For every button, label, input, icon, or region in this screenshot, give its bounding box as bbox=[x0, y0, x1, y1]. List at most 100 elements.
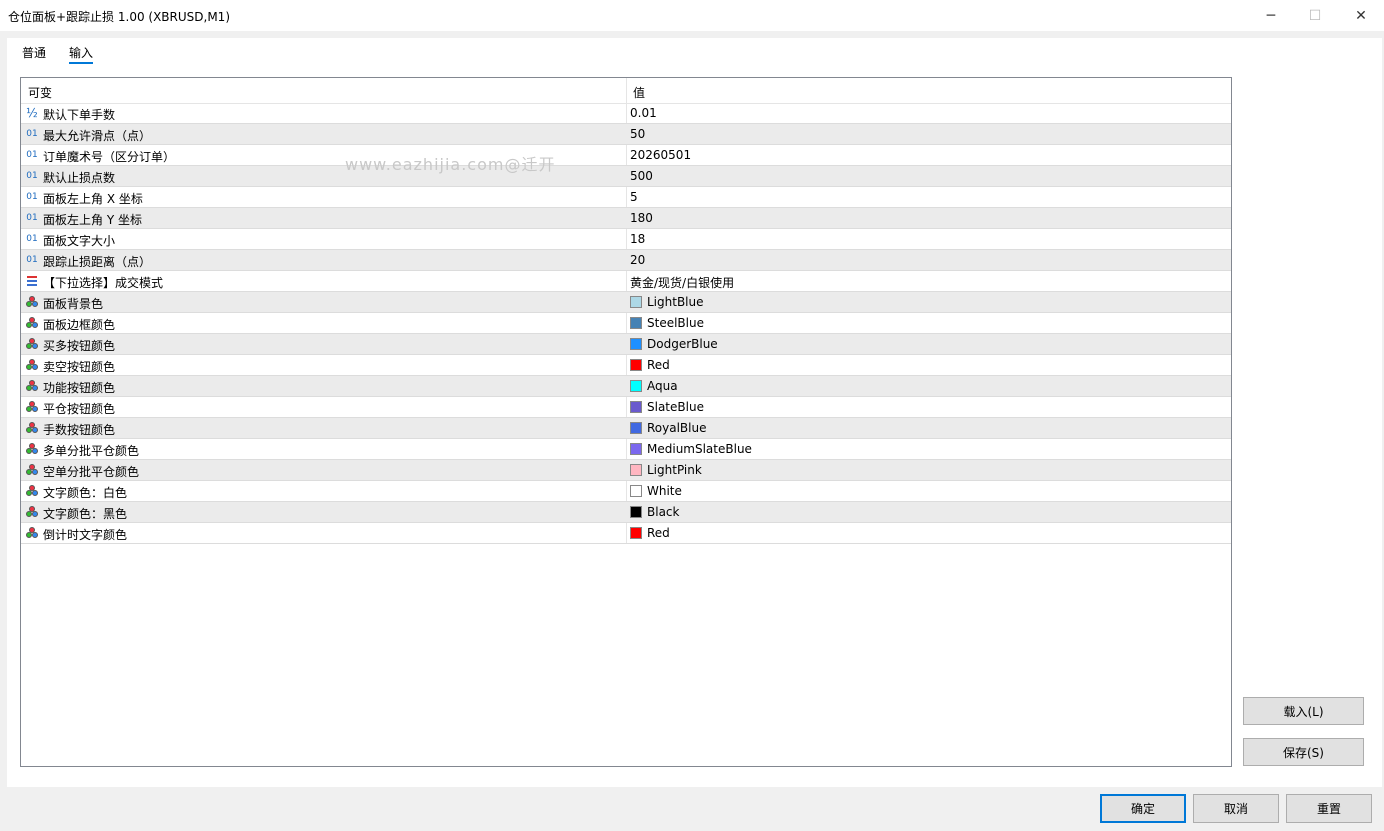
color-swatch[interactable] bbox=[630, 506, 642, 518]
row-value[interactable]: 5 bbox=[630, 190, 638, 204]
row-value[interactable]: 500 bbox=[630, 169, 653, 183]
color-swatch[interactable] bbox=[630, 464, 642, 476]
row-name: 手数按钮颜色 bbox=[43, 423, 116, 437]
row-value[interactable]: Black bbox=[647, 505, 679, 519]
row-value[interactable]: SteelBlue bbox=[647, 316, 704, 330]
table-row[interactable]: 01 面板文字大小 18 bbox=[21, 229, 1231, 250]
integer-icon: 01 bbox=[26, 129, 38, 139]
table-row[interactable]: 01 订单魔术号（区分订单） 20260501 bbox=[21, 145, 1231, 166]
minimize-icon: ─ bbox=[1266, 7, 1276, 24]
table-row[interactable]: 01 面板左上角 Y 坐标 180 bbox=[21, 208, 1231, 229]
inputs-grid[interactable]: 可变 值 ½ 默认下单手数 0.01 01 最大允许滑点（点） 50 01 订单魔术号（区分订… bbox=[20, 77, 1232, 767]
close-button[interactable]: ✕ bbox=[1338, 0, 1384, 31]
color-swatch[interactable] bbox=[630, 401, 642, 413]
row-value[interactable]: Aqua bbox=[647, 379, 678, 393]
table-row[interactable]: 01 面板左上角 X 坐标 5 bbox=[21, 187, 1231, 208]
integer-icon: 01 bbox=[26, 234, 38, 244]
maximize-icon: ☐ bbox=[1308, 7, 1322, 24]
row-name: 默认下单手数 bbox=[43, 108, 116, 122]
ok-button[interactable]: 确定 bbox=[1100, 794, 1186, 823]
row-name: 文字颜色：黑色 bbox=[43, 507, 128, 521]
row-value[interactable]: 0.01 bbox=[630, 106, 657, 120]
table-row[interactable]: 面板背景色 LightBlue bbox=[21, 292, 1231, 313]
ok-button-label: 确定 bbox=[1130, 802, 1155, 816]
reset-button-label: 重置 bbox=[1316, 802, 1341, 816]
table-row[interactable]: 买多按钮颜色 DodgerBlue bbox=[21, 334, 1231, 355]
row-value[interactable]: Red bbox=[647, 526, 670, 540]
row-value[interactable]: LightBlue bbox=[647, 295, 704, 309]
color-swatch[interactable] bbox=[630, 422, 642, 434]
color-icon bbox=[26, 401, 38, 413]
reset-button[interactable]: 重置 bbox=[1286, 794, 1372, 823]
color-icon bbox=[26, 359, 38, 371]
table-row[interactable]: 功能按钮颜色 Aqua bbox=[21, 376, 1231, 397]
color-swatch[interactable] bbox=[630, 527, 642, 539]
minimize-button[interactable]: ─ bbox=[1248, 0, 1294, 31]
row-value[interactable]: 20260501 bbox=[630, 148, 691, 162]
color-swatch[interactable] bbox=[630, 359, 642, 371]
table-row[interactable]: 01 跟踪止损距离（点） 20 bbox=[21, 250, 1231, 271]
title-bar: 仓位面板+跟踪止损 1.00 (XBRUSD,M1) ─ ☐ ✕ bbox=[0, 0, 1384, 31]
cancel-button[interactable]: 取消 bbox=[1193, 794, 1279, 823]
row-value[interactable]: LightPink bbox=[647, 463, 702, 477]
row-value[interactable]: 18 bbox=[630, 232, 645, 246]
color-icon bbox=[26, 464, 38, 476]
table-row[interactable]: 面板边框颜色 SteelBlue bbox=[21, 313, 1231, 334]
row-value[interactable]: 20 bbox=[630, 253, 645, 267]
enum-list-icon bbox=[26, 275, 38, 287]
maximize-button[interactable]: ☐ bbox=[1292, 0, 1338, 31]
table-row[interactable]: ½ 默认下单手数 0.01 bbox=[21, 103, 1231, 124]
table-row[interactable]: 文字颜色：黑色 Black bbox=[21, 502, 1231, 523]
tab-general[interactable]: 普通 bbox=[22, 44, 46, 61]
row-value[interactable]: DodgerBlue bbox=[647, 337, 718, 351]
row-value[interactable]: 180 bbox=[630, 211, 653, 225]
color-swatch[interactable] bbox=[630, 338, 642, 350]
row-value[interactable]: MediumSlateBlue bbox=[647, 442, 752, 456]
row-value[interactable]: SlateBlue bbox=[647, 400, 704, 414]
integer-icon: 01 bbox=[26, 150, 38, 160]
row-name: 跟踪止损距离（点） bbox=[43, 255, 152, 269]
row-name: 倒计时文字颜色 bbox=[43, 528, 128, 542]
fraction-icon: ½ bbox=[26, 106, 38, 120]
row-name: 空单分批平仓颜色 bbox=[43, 465, 140, 479]
row-name: 多单分批平仓颜色 bbox=[43, 444, 140, 458]
color-swatch[interactable] bbox=[630, 317, 642, 329]
color-swatch[interactable] bbox=[630, 380, 642, 392]
row-name: 平仓按钮颜色 bbox=[43, 402, 116, 416]
table-row[interactable]: 【下拉选择】成交模式 黄金/现货/白银使用 bbox=[21, 271, 1231, 292]
row-value[interactable]: White bbox=[647, 484, 682, 498]
watermark: www.eazhijia.com@迁开 bbox=[345, 155, 556, 174]
row-value[interactable]: Red bbox=[647, 358, 670, 372]
table-row[interactable]: 01 默认止损点数 500 bbox=[21, 166, 1231, 187]
color-swatch[interactable] bbox=[630, 485, 642, 497]
color-icon bbox=[26, 443, 38, 455]
row-name: 文字颜色：白色 bbox=[43, 486, 128, 500]
window-title: 仓位面板+跟踪止损 1.00 (XBRUSD,M1) bbox=[8, 10, 231, 24]
table-row[interactable]: 文字颜色：白色 White bbox=[21, 481, 1231, 502]
color-icon bbox=[26, 527, 38, 539]
color-icon bbox=[26, 317, 38, 329]
row-name: 买多按钮颜色 bbox=[43, 339, 116, 353]
load-button[interactable]: 载入(L) bbox=[1243, 697, 1364, 725]
table-row[interactable]: 平仓按钮颜色 SlateBlue bbox=[21, 397, 1231, 418]
header-value[interactable]: 值 bbox=[633, 84, 645, 101]
table-row[interactable]: 手数按钮颜色 RoyalBlue bbox=[21, 418, 1231, 439]
color-swatch[interactable] bbox=[630, 296, 642, 308]
row-name: 面板边框颜色 bbox=[43, 318, 116, 332]
save-button[interactable]: 保存(S) bbox=[1243, 738, 1364, 766]
cancel-button-label: 取消 bbox=[1223, 802, 1248, 816]
active-tab-indicator bbox=[69, 62, 93, 64]
table-row[interactable]: 空单分批平仓颜色 LightPink bbox=[21, 460, 1231, 481]
header-variable[interactable]: 可变 bbox=[28, 84, 52, 101]
row-value[interactable]: RoyalBlue bbox=[647, 421, 706, 435]
color-swatch[interactable] bbox=[630, 443, 642, 455]
table-row[interactable]: 多单分批平仓颜色 MediumSlateBlue bbox=[21, 439, 1231, 460]
row-value[interactable]: 黄金/现货/白银使用 bbox=[630, 274, 734, 291]
row-name: 面板文字大小 bbox=[43, 234, 116, 248]
table-row[interactable]: 01 最大允许滑点（点） 50 bbox=[21, 124, 1231, 145]
table-row[interactable]: 倒计时文字颜色 Red bbox=[21, 523, 1231, 544]
tab-inputs[interactable]: 输入 bbox=[69, 44, 93, 61]
row-value[interactable]: 50 bbox=[630, 127, 645, 141]
color-icon bbox=[26, 338, 38, 350]
table-row[interactable]: 卖空按钮颜色 Red bbox=[21, 355, 1231, 376]
